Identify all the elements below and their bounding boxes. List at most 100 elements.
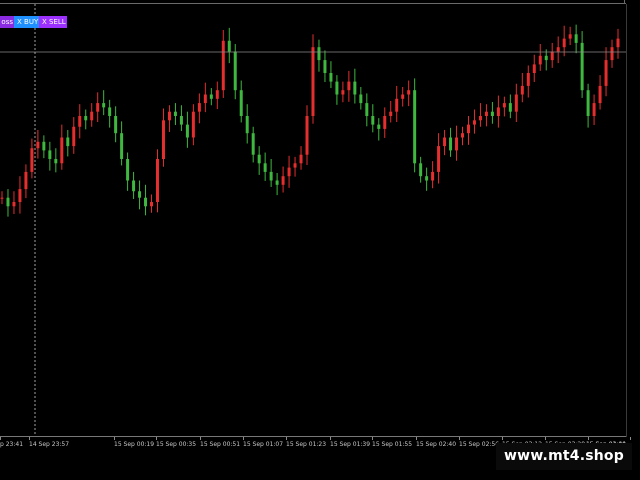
candle-body [431, 171, 435, 181]
candle-body [54, 159, 58, 164]
time-axis-label: 15 Sep 01:07 [243, 441, 284, 448]
candle-body [574, 34, 578, 43]
time-axis-label: 14 Sep 23:57 [29, 441, 70, 448]
candle-body [42, 141, 46, 151]
candle-body [353, 81, 357, 95]
candle-body [281, 176, 285, 185]
time-axis-tick [286, 437, 287, 440]
candle-body [287, 167, 291, 177]
candle-body [371, 116, 375, 125]
candle-body [526, 73, 530, 86]
time-axis-tick [416, 437, 417, 440]
time-axis-label: 15 Sep 01:39 [330, 441, 371, 448]
time-axis-tick [200, 437, 201, 440]
candle-body [299, 154, 303, 164]
candle-body [449, 137, 453, 151]
candle-body [132, 180, 136, 192]
time-axis-tick [156, 437, 157, 440]
candle-body [443, 137, 447, 147]
candles-group [0, 24, 620, 217]
candle-body [161, 120, 165, 159]
candle-body [257, 154, 261, 164]
candle-body [407, 90, 411, 95]
candle-body [179, 116, 183, 125]
price-scale-divider [626, 4, 627, 437]
time-axis-label: 15 Sep 02:40 [416, 441, 457, 448]
candle-body [108, 107, 112, 116]
candle-body [102, 103, 106, 108]
close-sell-button[interactable]: X SELL [39, 16, 67, 28]
candle-body [215, 90, 219, 99]
candle-body [359, 94, 363, 104]
candle-body [12, 202, 16, 207]
time-axis-tick [29, 437, 30, 440]
candle-body [269, 171, 273, 181]
candle-body [598, 85, 602, 104]
candle-body [413, 90, 417, 164]
watermark-label: www.mt4.shop [496, 443, 632, 470]
candle-body [155, 159, 159, 202]
time-axis-label: p 23:41 [0, 441, 24, 448]
crosshair-toggle-button[interactable]: oss [0, 16, 14, 28]
candle-body [90, 111, 94, 121]
candle-body [150, 202, 154, 207]
candle-body [36, 141, 40, 149]
candle-body [221, 40, 225, 91]
candle-body [203, 94, 207, 104]
candle-body [245, 116, 249, 134]
candle-body [616, 38, 620, 48]
time-axis-label: 15 Sep 00:51 [200, 441, 241, 448]
candle-body [586, 90, 590, 116]
candle-body [96, 103, 100, 112]
close-buy-button[interactable]: X BUY [14, 16, 39, 28]
time-axis-label: 15 Sep 00:35 [156, 441, 197, 448]
time-axis-tick [330, 437, 331, 440]
candle-body [502, 103, 506, 108]
candlestick-chart[interactable] [0, 0, 640, 480]
candle-body [568, 34, 572, 39]
candle-body [562, 38, 566, 48]
candle-body [425, 176, 429, 181]
candle-body [472, 120, 476, 125]
time-axis-tick [114, 437, 115, 440]
candle-body [341, 90, 345, 95]
candle-body [185, 124, 189, 138]
candle-body [514, 94, 518, 112]
candle-body [508, 103, 512, 112]
candle-body [604, 60, 608, 86]
time-axis-tick [372, 437, 373, 440]
candle-body [293, 163, 297, 168]
candle-body [520, 85, 524, 95]
candle-body [48, 150, 52, 159]
candle-body [610, 47, 614, 61]
candle-body [251, 133, 255, 155]
candle-body [233, 51, 237, 91]
candle-body [335, 81, 339, 95]
candle-body [478, 116, 482, 121]
candle-body [532, 64, 536, 73]
candle-body [389, 111, 393, 116]
time-axis-label: 15 Sep 01:55 [372, 441, 413, 448]
candle-body [419, 163, 423, 177]
time-axis-tick [502, 437, 503, 440]
candle-body [120, 133, 124, 159]
candle-body [383, 116, 387, 129]
candle-body [227, 40, 231, 52]
candle-body [496, 107, 500, 116]
candle-body [197, 103, 201, 112]
candle-body [544, 55, 548, 61]
time-axis-tick [0, 437, 1, 440]
time-axis-tick [588, 437, 589, 440]
candle-body [317, 47, 321, 61]
candle-body [347, 81, 351, 91]
candle-body [18, 189, 22, 202]
candle-body [60, 137, 64, 164]
candle-body [401, 94, 405, 99]
candle-body [311, 47, 315, 117]
candle-body [6, 197, 10, 207]
candle-body [126, 159, 130, 181]
candle-body [30, 148, 34, 172]
candle-body [72, 126, 76, 147]
time-axis-tick [630, 437, 631, 440]
candle-body [329, 73, 333, 82]
